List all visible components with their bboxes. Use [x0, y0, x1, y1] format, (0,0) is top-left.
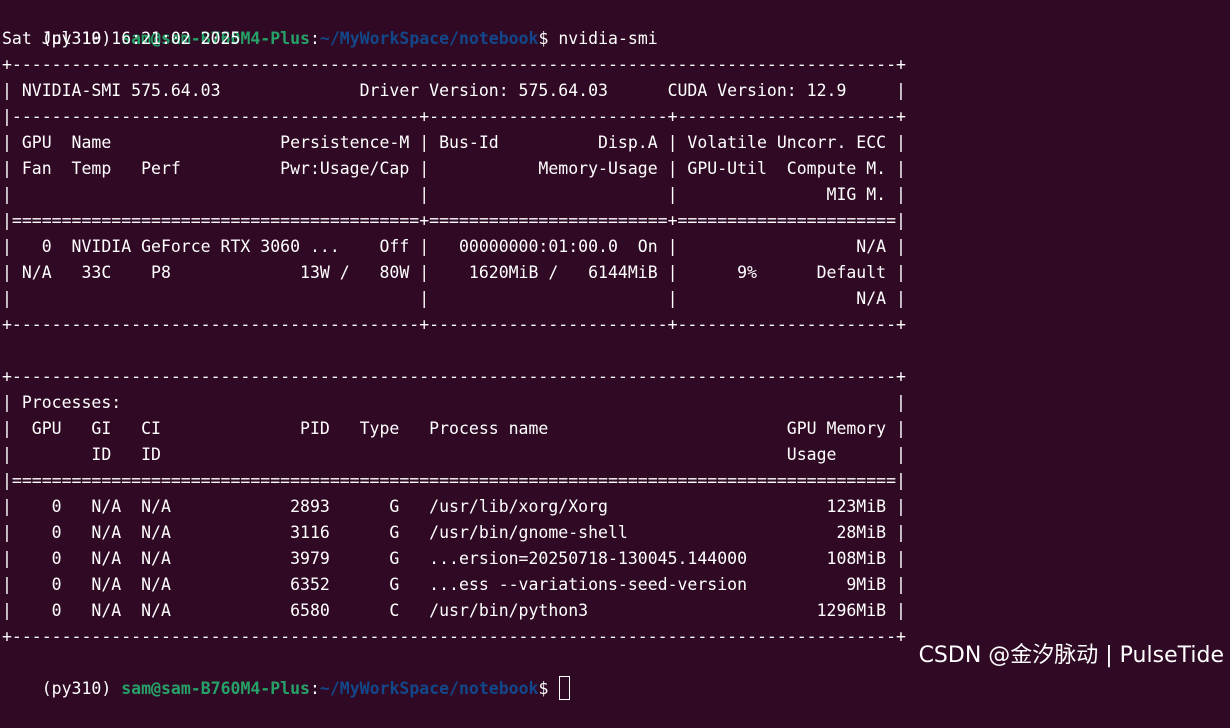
output-line: | | | MIG M. | — [2, 185, 906, 204]
output-line: +---------------------------------------… — [2, 367, 906, 386]
terminal-window[interactable]: (py310) sam@sam-B760M4-Plus:~/MyWorkSpac… — [2, 0, 1228, 700]
output-line: | 0 NVIDIA GeForce RTX 3060 ... Off | 00… — [2, 237, 906, 256]
prompt-dollar: $ — [538, 679, 549, 698]
output-line: | NVIDIA-SMI 575.64.03 Driver Version: 5… — [2, 81, 906, 100]
output-line: | 0 N/A N/A 2893 G /usr/lib/xorg/Xorg 12… — [2, 497, 906, 516]
output-line: | 0 N/A N/A 6352 G ...ess --variations-s… — [2, 575, 906, 594]
prompt-colon: : — [309, 679, 320, 698]
output-line: +---------------------------------------… — [2, 315, 906, 334]
watermark: CSDN @金汐脉动 | PulseTide — [918, 643, 1224, 668]
output-line: | 0 N/A N/A 6580 C /usr/bin/python3 1296… — [2, 601, 906, 620]
prompt-env: (py310) — [41, 679, 112, 698]
output-line: +---------------------------------------… — [2, 627, 906, 646]
output-line: | Processes: | — [2, 393, 906, 412]
output-line: | | | N/A | — [2, 289, 906, 308]
command-text: nvidia-smi — [558, 29, 658, 48]
output-line: |---------------------------------------… — [2, 107, 906, 126]
output-line: Sat Jul 19 16:21:02 2025 — [2, 29, 241, 48]
prompt-path: ~/MyWorkSpace/notebook — [319, 29, 539, 48]
prompt-user-host: sam@sam-B760M4-Plus — [121, 679, 310, 698]
text-cursor[interactable] — [559, 676, 571, 700]
prompt-colon: : — [309, 29, 320, 48]
prompt-line-bottom: (py310) sam@sam-B760M4-Plus:~/MyWorkSpac… — [2, 650, 571, 700]
output-line: | Fan Temp Perf Pwr:Usage/Cap | Memory-U… — [2, 159, 906, 178]
prompt-line-top: (py310) sam@sam-B760M4-Plus:~/MyWorkSpac… — [2, 0, 658, 48]
output-line: |=======================================… — [2, 211, 906, 230]
output-line: +---------------------------------------… — [2, 55, 906, 74]
output-line: | ID ID Usage | — [2, 445, 906, 464]
output-line: |=======================================… — [2, 471, 906, 490]
output-line: | N/A 33C P8 13W / 80W | 1620MiB / 6144M… — [2, 263, 906, 282]
prompt-path: ~/MyWorkSpace/notebook — [319, 679, 539, 698]
output-line: | GPU GI CI PID Type Process name GPU Me… — [2, 419, 906, 438]
output-line: | GPU Name Persistence-M | Bus-Id Disp.A… — [2, 133, 906, 152]
output-line: | 0 N/A N/A 3979 G ...ersion=20250718-13… — [2, 549, 906, 568]
output-line: | 0 N/A N/A 3116 G /usr/bin/gnome-shell … — [2, 523, 906, 542]
prompt-dollar: $ — [538, 29, 549, 48]
